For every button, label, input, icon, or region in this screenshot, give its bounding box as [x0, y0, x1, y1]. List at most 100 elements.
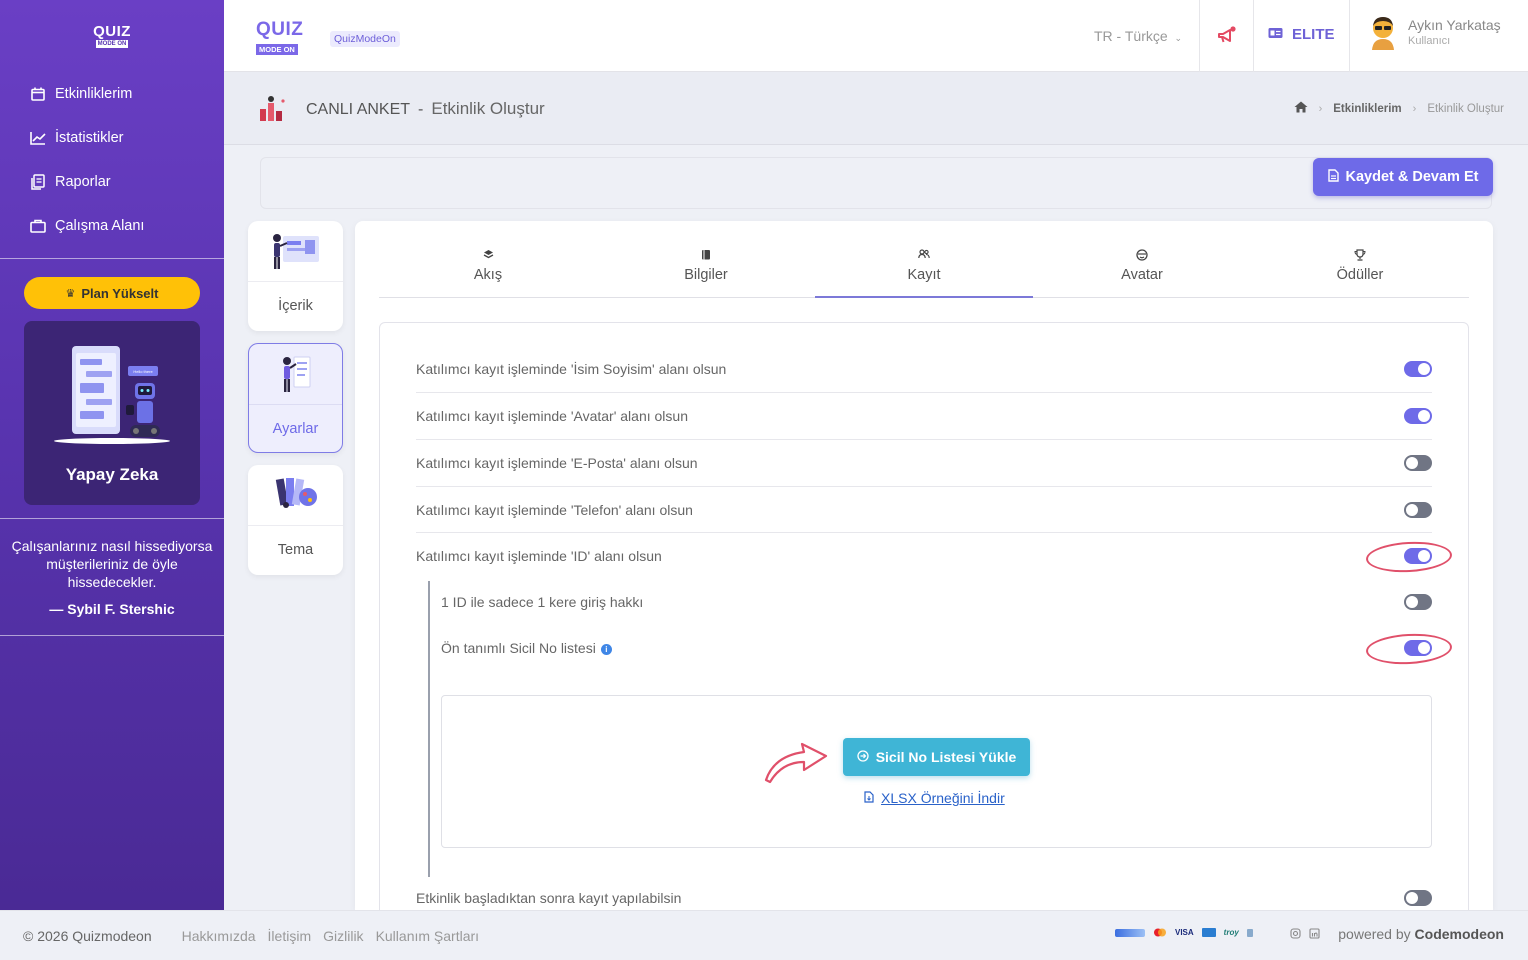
late-registration-toggle[interactable] — [1404, 890, 1432, 906]
layers-icon — [483, 249, 494, 263]
home-icon[interactable] — [1294, 101, 1308, 116]
tab-bilgiler[interactable]: Bilgiler — [597, 241, 815, 297]
id-card-icon — [1268, 26, 1283, 43]
setting-label: Katılımcı kayıt işleminde 'İsim Soyisim'… — [416, 361, 727, 377]
tab-akis[interactable]: Akış — [379, 241, 597, 297]
footer-links: Hakkımızda İletişim Gizlilik Kullanım Şa… — [182, 928, 479, 944]
phone-field-toggle[interactable] — [1404, 501, 1432, 518]
setting-row: Etkinlik başladıktan sonra kayıt yapılab… — [416, 886, 1432, 910]
instagram-icon[interactable] — [1290, 928, 1301, 942]
user-menu[interactable]: Aykın Yarkataş Kullanıcı — [1368, 14, 1501, 50]
setting-row: Katılımcı kayıt işleminde 'İsim Soyisim'… — [416, 346, 1432, 393]
page-category: CANLI ANKET — [306, 101, 411, 118]
predefined-id-list-toggle[interactable] — [1404, 640, 1432, 656]
single-entry-toggle[interactable] — [1404, 594, 1432, 610]
save-continue-button[interactable]: Kaydet & Devam Et — [1313, 158, 1493, 196]
footer: © 2026 Quizmodeon Hakkımızda İletişim Gi… — [0, 910, 1528, 960]
settings-card: Akış Bilgiler Kayıt Avatar Ödüller Katıl… — [355, 221, 1493, 922]
sidebar-item-label: Çalışma Alanı — [55, 218, 145, 234]
sidebar-item-calisma-alani[interactable]: Çalışma Alanı — [0, 204, 224, 248]
plan-upgrade-button[interactable]: ♛ Plan Yükselt — [24, 277, 200, 309]
tab-oduller[interactable]: Ödüller — [1251, 241, 1469, 297]
setting-row: Katılımcı kayıt işleminde 'ID' alanı ols… — [416, 533, 1432, 579]
curved-arrow-icon — [764, 742, 828, 784]
step-label: Tema — [277, 542, 314, 558]
theme-illustration-icon — [248, 465, 343, 526]
ssl-logo-icon — [1246, 928, 1253, 937]
iyzico-logo-icon — [1115, 928, 1145, 937]
robot-illustration: Hello there — [54, 346, 170, 444]
email-field-toggle[interactable] — [1404, 455, 1432, 471]
tab-label: Akış — [473, 267, 503, 283]
plan-badge[interactable]: ELITE — [1268, 26, 1335, 43]
footer-link-contact[interactable]: İletişim — [268, 928, 312, 944]
sub-setting-row: 1 ID ile sadece 1 kere giriş hakkı — [441, 579, 1432, 625]
powered-by: powered by Codemodeon — [1338, 926, 1504, 942]
step-icerik[interactable]: İçerik — [248, 221, 343, 331]
breadcrumb: › Etkinliklerim › Etkinlik Oluştur — [1294, 101, 1504, 116]
setting-row: Katılımcı kayıt işleminde 'Avatar' alanı… — [416, 393, 1432, 440]
step-tema[interactable]: Tema — [248, 465, 343, 575]
linkedin-icon[interactable] — [1309, 928, 1320, 942]
quote-box: Çalışanlarınız nasıl hissediyorsa müşter… — [0, 518, 224, 636]
sidebar-item-istatistikler[interactable]: İstatistikler — [0, 116, 224, 160]
mastercard-logo-icon — [1153, 928, 1167, 937]
sidebar-item-label: Etkinliklerim — [55, 86, 133, 102]
footer-link-terms[interactable]: Kullanım Şartları — [376, 928, 479, 944]
footer-link-privacy[interactable]: Gizlilik — [323, 928, 363, 944]
megaphone-icon — [1218, 26, 1236, 43]
name-field-toggle[interactable] — [1404, 361, 1432, 377]
settings-illustration-icon — [249, 344, 342, 405]
plan-badge-label: ELITE — [1292, 26, 1335, 43]
toggle-knob — [1418, 642, 1430, 654]
toggle-knob — [1418, 550, 1430, 562]
sidebar-nav: Etkinliklerim İstatistikler Raporlar Çal… — [0, 72, 224, 259]
toggle-knob — [1418, 410, 1430, 422]
trophy-icon — [1354, 249, 1366, 263]
language-select[interactable]: TR - Türkçe ⌄ — [1094, 28, 1182, 44]
step-ayarlar[interactable]: Ayarlar — [248, 343, 343, 453]
content-illustration-icon — [248, 221, 343, 282]
sub-setting-row: Ön tanımlı Sicil No listesi i — [441, 625, 1432, 671]
setting-row: Katılımcı kayıt işleminde 'E-Posta' alan… — [416, 440, 1432, 487]
info-icon[interactable]: i — [600, 643, 612, 655]
setting-label: Katılımcı kayıt işleminde 'Telefon' alan… — [416, 501, 693, 518]
header-logo-text: QUIZ — [256, 19, 304, 40]
upload-panel: Sicil No Listesi Yükle XLSX Örneğini İnd… — [441, 695, 1432, 848]
id-field-toggle[interactable] — [1404, 548, 1432, 564]
footer-link-about[interactable]: Hakkımızda — [182, 928, 256, 944]
plan-upgrade-label: Plan Yükselt — [81, 285, 159, 301]
sidebar-item-raporlar[interactable]: Raporlar — [0, 160, 224, 204]
face-icon — [1136, 249, 1148, 263]
toggle-knob — [1418, 363, 1430, 375]
breadcrumb-item[interactable]: Etkinliklerim — [1333, 103, 1401, 115]
step-label: İçerik — [278, 298, 313, 314]
ai-card-bubble: Hello there — [133, 369, 153, 374]
avatar-field-toggle[interactable] — [1404, 408, 1432, 424]
settings-tabs: Akış Bilgiler Kayıt Avatar Ödüller — [379, 241, 1469, 298]
tab-kayit[interactable]: Kayıt — [815, 241, 1033, 298]
quote-text: Çalışanlarınız nasıl hissediyorsa müşter… — [11, 538, 213, 590]
calendar-icon — [30, 86, 46, 102]
download-xlsx-link[interactable]: XLSX Örneğini İndir — [864, 790, 1005, 806]
powered-by-brand[interactable]: Codemodeon — [1415, 926, 1504, 942]
top-bar: QUIZ MODE ON QuizModeOn TR - Türkçe ⌄ EL… — [224, 0, 1528, 72]
payment-logos: VISA troy — [1115, 928, 1253, 937]
tab-avatar[interactable]: Avatar — [1033, 241, 1251, 297]
ai-card[interactable]: Hello there Yapay Zeka — [24, 321, 200, 505]
upload-id-list-button[interactable]: Sicil No Listesi Yükle — [843, 738, 1030, 776]
announcement-button[interactable] — [1216, 25, 1238, 47]
toggle-knob — [1406, 892, 1418, 904]
sidebar-logo[interactable]: QUIZ MODE ON — [0, 0, 224, 72]
registration-settings: Katılımcı kayıt işleminde 'İsim Soyisim'… — [379, 322, 1469, 922]
users-icon — [918, 249, 930, 263]
sidebar-item-etkinliklerim[interactable]: Etkinliklerim — [0, 72, 224, 116]
sidebar-item-label: Raporlar — [55, 174, 111, 190]
upload-circle-icon — [857, 749, 869, 765]
upload-button-label: Sicil No Listesi Yükle — [875, 749, 1017, 765]
tab-label: Ödüller — [1336, 267, 1384, 283]
visa-logo: VISA — [1175, 928, 1194, 937]
setting-label: Katılımcı kayıt işleminde 'ID' alanı ols… — [416, 548, 662, 564]
page-title: CANLI ANKET - Etkinlik Oluştur — [306, 99, 545, 119]
header-logo[interactable]: QUIZ MODE ON — [256, 20, 303, 57]
